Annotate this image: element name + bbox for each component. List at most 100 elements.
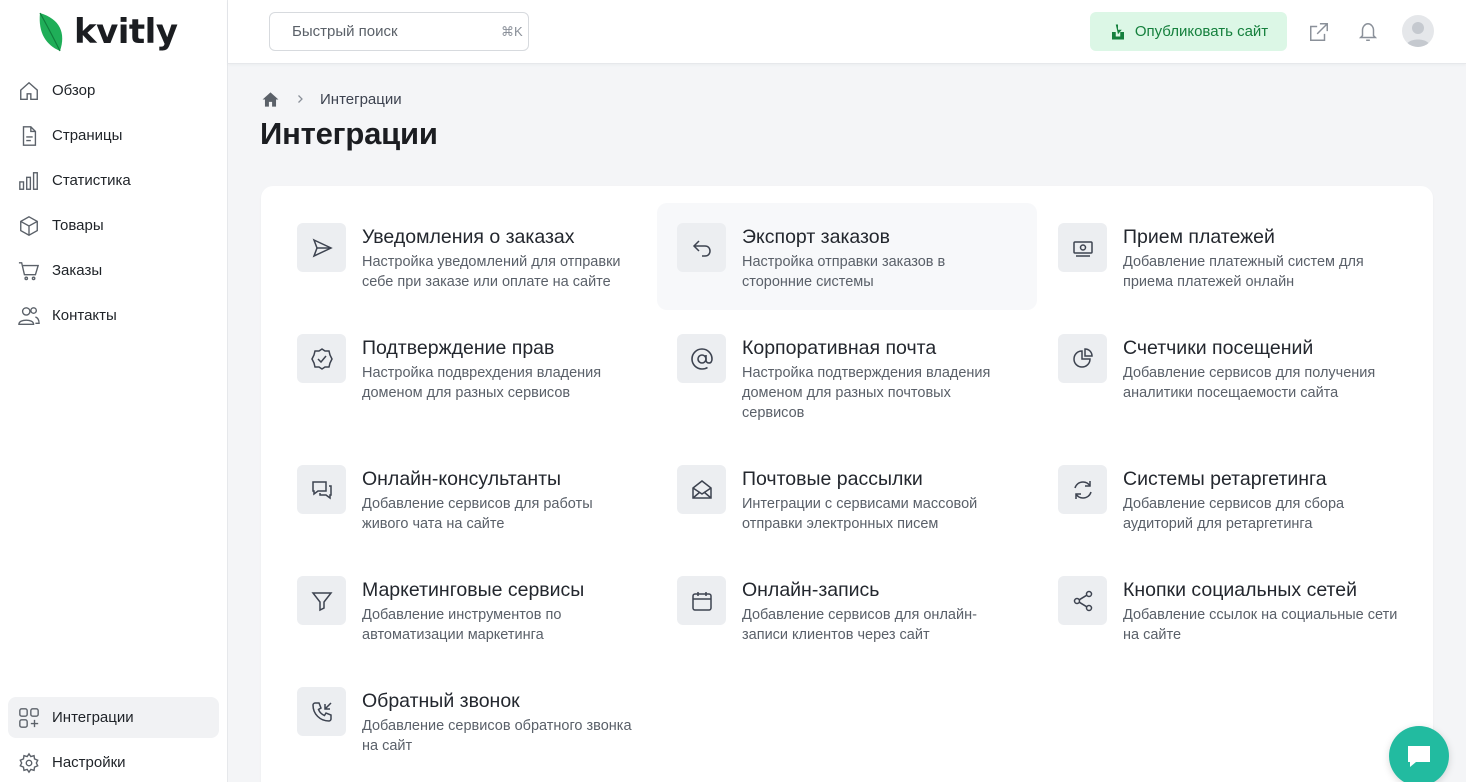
tile-title: Онлайн-запись xyxy=(742,579,880,601)
avatar[interactable] xyxy=(1402,15,1434,47)
tile-body: Прием платежей Добавление платежный сист… xyxy=(1123,223,1398,292)
integration-corporate-mail[interactable]: Корпоративная почта Настройка подтвержде… xyxy=(657,314,1037,441)
tile-description: Интеграции с сервисами массовой отправки… xyxy=(742,496,978,533)
integration-retargeting[interactable]: Системы ретаргетинга Добавление сервисов… xyxy=(1038,445,1418,552)
tile-description: Добавление сервисов для работы живого ча… xyxy=(362,496,593,533)
integration-online-consultants[interactable]: Онлайн-консультанты Добавление сервисов … xyxy=(277,445,657,552)
integration-mailings[interactable]: Почтовые рассылки Интеграции с сервисами… xyxy=(657,445,1037,552)
sidebar-item-label: Контакты xyxy=(52,307,117,324)
tile-title: Счетчики посещений xyxy=(1123,337,1314,359)
integration-marketing-services[interactable]: Маркетинговые сервисы Добавление инструм… xyxy=(277,556,657,663)
tile-body: Счетчики посещений Добавление сервисов д… xyxy=(1123,334,1398,403)
sidebar-item-orders[interactable]: Заказы xyxy=(8,250,219,291)
tile-icon-box xyxy=(677,576,726,625)
sidebar-item-products[interactable]: Товары xyxy=(8,205,219,246)
tile-title: Корпоративная почта xyxy=(742,337,937,359)
tile-body: Онлайн-консультанты Добавление сервисов … xyxy=(362,465,637,534)
sidebar-item-pages[interactable]: Страницы xyxy=(8,115,219,156)
sidebar-item-label: Настройки xyxy=(52,754,126,771)
integration-callback[interactable]: Обратный звонок Добавление сервисов обра… xyxy=(277,667,657,774)
sidebar-item-label: Страницы xyxy=(52,127,123,144)
calendar-icon xyxy=(691,591,712,611)
tile-body: Уведомления о заказах Настройка уведомле… xyxy=(362,223,637,292)
tile-body: Обратный звонок Добавление сервисов обра… xyxy=(362,687,637,756)
tile-description: Настройка подврехдения владения доменом … xyxy=(362,365,602,402)
tile-description: Добавление сервисов для онлайн-записи кл… xyxy=(742,607,977,644)
topbar: ⌘K Опубликовать сайт xyxy=(228,0,1466,64)
tile-description: Настройка подтверждения владения доменом… xyxy=(742,365,991,422)
tile-body: Кнопки социальных сетей Добавление ссыло… xyxy=(1123,576,1398,645)
tile-icon-box xyxy=(677,223,726,272)
sidebar-item-integrations[interactable]: Интеграции xyxy=(8,697,219,738)
integration-order-export[interactable]: Экспорт заказов Настройка отправки заказ… xyxy=(657,203,1037,311)
search-box[interactable]: ⌘K xyxy=(269,12,529,51)
external-link-icon[interactable] xyxy=(1306,19,1332,45)
sidebar-item-label: Товары xyxy=(52,217,104,234)
tile-description: Добавление инструментов по автоматизации… xyxy=(362,607,562,644)
tile-title: Подтверждение прав xyxy=(362,337,555,359)
tile-icon-box xyxy=(297,223,346,272)
publish-label: Опубликовать сайт xyxy=(1134,23,1269,40)
search-shortcut: ⌘K xyxy=(501,23,523,39)
sidebar-item-label: Статистика xyxy=(52,172,131,189)
tile-title: Экспорт заказов xyxy=(742,226,890,248)
home-icon xyxy=(20,81,38,100)
tile-title: Уведомления о заказах xyxy=(362,226,575,248)
integration-online-booking[interactable]: Онлайн-запись Добавление сервисов для он… xyxy=(657,556,1037,663)
breadcrumb: Интеграции xyxy=(261,88,402,110)
integration-visit-counters[interactable]: Счетчики посещений Добавление сервисов д… xyxy=(1038,314,1418,421)
share-icon xyxy=(1073,590,1092,611)
tile-title: Почтовые рассылки xyxy=(742,468,923,490)
tile-title: Онлайн-консультанты xyxy=(362,468,562,490)
chat-bubbles-icon xyxy=(311,480,332,499)
integration-payments[interactable]: Прием платежей Добавление платежный сист… xyxy=(1038,203,1418,310)
tile-body: Экспорт заказов Настройка отправки заказ… xyxy=(742,223,1017,292)
integration-order-notifications[interactable]: Уведомления о заказах Настройка уведомле… xyxy=(277,203,657,310)
chevron-right-icon xyxy=(298,95,303,103)
tile-title: Обратный звонок xyxy=(362,690,520,712)
publish-site-button[interactable]: Опубликовать сайт xyxy=(1090,12,1287,51)
sidebar-item-contacts[interactable]: Контакты xyxy=(8,295,219,336)
tile-description: Добавление сервисов обратного звонка на … xyxy=(362,718,632,755)
integration-social-buttons[interactable]: Кнопки социальных сетей Добавление ссыло… xyxy=(1038,556,1418,663)
bell-icon[interactable] xyxy=(1355,19,1381,45)
tile-icon-box xyxy=(1058,334,1107,383)
file-icon xyxy=(22,125,37,146)
tile-icon-box xyxy=(1058,465,1107,514)
money-icon xyxy=(1072,240,1093,257)
tile-title: Системы ретаргетинга xyxy=(1123,468,1327,490)
tile-body: Системы ретаргетинга Добавление сервисов… xyxy=(1123,465,1398,534)
sidebar-item-label: Интеграции xyxy=(52,709,134,726)
tile-icon-box xyxy=(297,687,346,736)
users-icon xyxy=(18,306,40,325)
publish-icon xyxy=(1111,24,1124,39)
leaf-logo-icon xyxy=(39,12,63,52)
sidebar-item-label: Заказы xyxy=(52,262,103,279)
at-sign-icon xyxy=(690,347,713,370)
tile-icon-box xyxy=(1058,223,1107,272)
logo[interactable]: kvitly xyxy=(36,10,178,54)
sidebar-item-label: Обзор xyxy=(52,82,96,99)
search-input[interactable] xyxy=(292,23,491,40)
sidebar-item-overview[interactable]: Обзор xyxy=(8,70,219,111)
tile-body: Почтовые рассылки Интеграции с сервисами… xyxy=(742,465,1017,534)
sidebar-item-statistics[interactable]: Статистика xyxy=(8,160,219,201)
check-badge-icon xyxy=(310,347,333,370)
pie-chart-icon xyxy=(1072,347,1093,368)
tile-description: Добавление ссылок на социальные сети на … xyxy=(1123,607,1398,644)
tile-body: Онлайн-запись Добавление сервисов для он… xyxy=(742,576,1017,645)
tile-description: Настройка уведомлений для отправки себе … xyxy=(362,254,621,291)
support-chat-button[interactable] xyxy=(1389,726,1449,782)
tile-icon-box xyxy=(297,334,346,383)
sidebar-item-settings[interactable]: Настройки xyxy=(8,742,219,782)
box-icon xyxy=(20,215,38,236)
send-icon xyxy=(312,238,333,257)
integration-rights-confirmation[interactable]: Подтверждение прав Настройка подврехдени… xyxy=(277,314,657,421)
integrations-card: Уведомления о заказах Настройка уведомле… xyxy=(261,186,1433,782)
tile-title: Маркетинговые сервисы xyxy=(362,579,585,601)
sidebar-nav: Обзор Страницы Статистика Товары Заказы … xyxy=(8,70,219,340)
tile-icon-box xyxy=(1058,576,1107,625)
funnel-icon xyxy=(310,591,333,611)
page-title: Интеграции xyxy=(260,116,438,151)
home-icon[interactable] xyxy=(261,90,280,109)
